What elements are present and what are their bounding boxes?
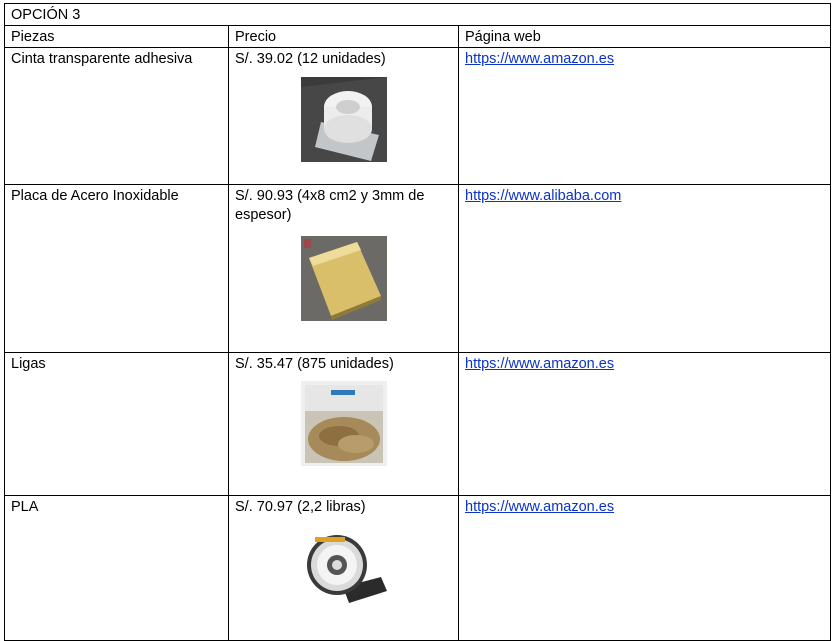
precio-cell: S/. 90.93 (4x8 cm2 y 3mm de espesor) (228, 184, 459, 353)
pieza-cell: Cinta transparente adhesiva (4, 47, 229, 185)
web-link[interactable]: https://www.amazon.es (465, 356, 614, 372)
precio-cell: S/. 35.47 (875 unidades) (228, 352, 459, 496)
web-cell: https://www.amazon.es (457, 47, 832, 185)
web-cell: https://www.alibaba.com (457, 184, 832, 353)
pieza-cell: Placa de Acero Inoxidable (4, 184, 229, 353)
steel-plate-image (300, 236, 387, 321)
table-row: PLA S/. 70.97 (2,2 libras) https://www.a… (4, 495, 832, 641)
header-precio: Precio (228, 25, 459, 48)
web-link[interactable]: https://www.amazon.es (465, 51, 614, 67)
precio-text: S/. 90.93 (4x8 cm2 y 3mm de espesor) (235, 188, 425, 223)
precio-cell: S/. 70.97 (2,2 libras) (228, 495, 459, 641)
web-cell: https://www.amazon.es (457, 352, 832, 496)
precio-text: S/. 35.47 (875 unidades) (235, 356, 394, 372)
header-piezas: Piezas (4, 25, 229, 48)
pieza-cell: PLA (4, 495, 229, 641)
web-link[interactable]: https://www.amazon.es (465, 499, 614, 515)
pieza-cell: Ligas (4, 352, 229, 496)
precio-text: S/. 70.97 (2,2 libras) (235, 499, 366, 515)
precio-cell: S/. 39.02 (12 unidades) (228, 47, 459, 185)
table-row: Placa de Acero Inoxidable S/. 90.93 (4x8… (4, 184, 832, 353)
precio-text: S/. 39.02 (12 unidades) (235, 51, 386, 67)
header-pagina-web: Página web (457, 25, 832, 48)
options-table: OPCIÓN 3 Piezas Precio Página web Cinta … (3, 3, 832, 641)
rubber-bands-image (300, 381, 387, 466)
table-row: Ligas S/. 35.47 (875 unidades) https://w… (4, 352, 832, 496)
web-link[interactable]: https://www.alibaba.com (465, 188, 621, 204)
pla-spool-image (300, 525, 387, 610)
web-cell: https://www.amazon.es (457, 495, 832, 641)
table-title: OPCIÓN 3 (3, 3, 832, 26)
table-row: Cinta transparente adhesiva S/. 39.02 (1… (4, 47, 832, 185)
tape-roll-image (300, 77, 387, 162)
